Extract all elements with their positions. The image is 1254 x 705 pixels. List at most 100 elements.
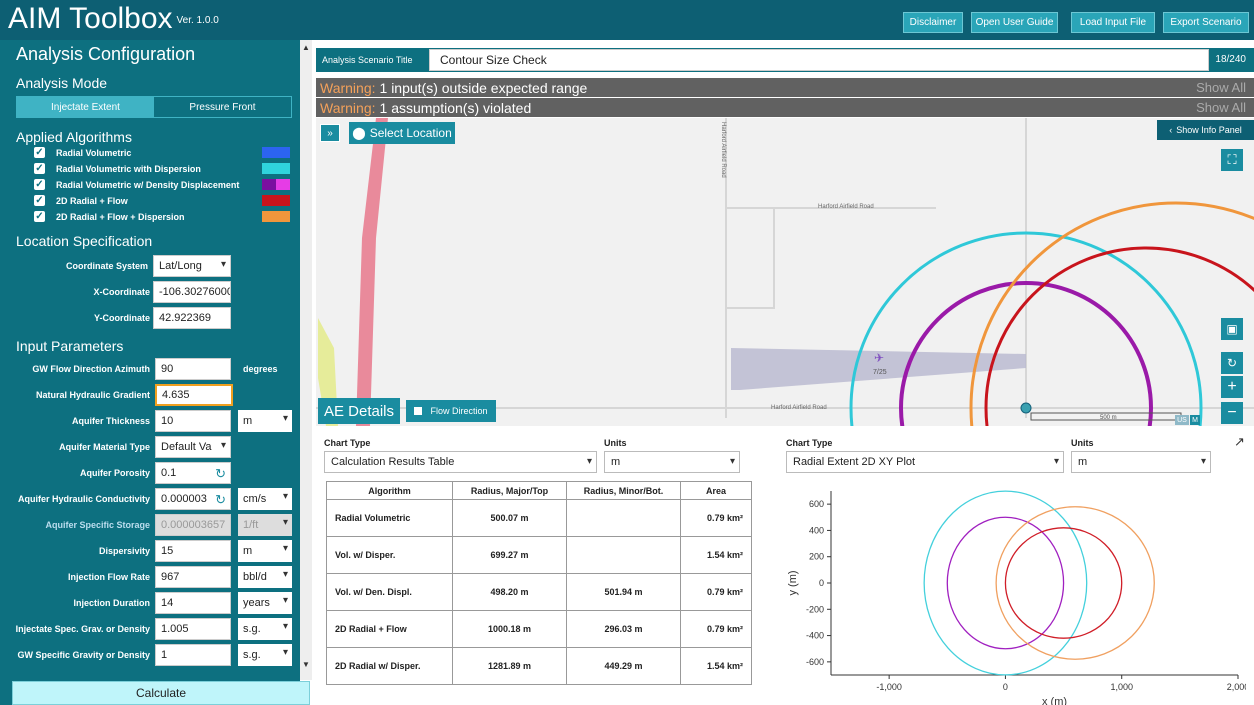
y-coordinate-label: Y-Coordinate <box>93 313 150 323</box>
x-coordinate-input[interactable]: -106.302760000000 <box>153 281 231 303</box>
chevron-down-icon: ▾ <box>282 413 288 424</box>
sidebar-scrollbar[interactable]: ▲ ▼ <box>300 40 312 680</box>
table-cell: 0.79 km² <box>680 573 752 611</box>
algo-label-radial-volumetric: Radial Volumetric <box>56 148 132 158</box>
expand-sidebar-button[interactable]: » <box>320 124 340 142</box>
load-input-file-button[interactable]: Load Input File <box>1071 12 1155 33</box>
location-pin-icon: ⬤ <box>352 126 366 140</box>
dispersivity-unit-select[interactable]: m ▾ <box>238 540 292 562</box>
injectate-gravity-label: Injectate Spec. Grav. or Density <box>15 624 150 634</box>
plot-chart-type-select[interactable]: Radial Extent 2D XY Plot ▾ <box>786 451 1064 473</box>
gw-gravity-label: GW Specific Gravity or Density <box>17 650 150 660</box>
color-swatch-2d-radial-flow[interactable] <box>262 195 290 206</box>
injectate-gravity-unit-select[interactable]: s.g. ▾ <box>238 618 292 640</box>
refresh-icon[interactable]: ↻ <box>215 492 226 508</box>
color-swatch-radial-volumetric-dispersion[interactable] <box>262 163 290 174</box>
refresh-icon[interactable]: ↻ <box>215 466 226 482</box>
road-label: Harford Airfield Road <box>818 204 874 210</box>
aquifer-thickness-unit-select[interactable]: m ▾ <box>238 410 292 432</box>
specific-storage-input[interactable]: 0.000003657 <box>155 514 231 536</box>
table-chart-type-select[interactable]: Calculation Results Table ▾ <box>324 451 597 473</box>
specific-storage-label: Aquifer Specific Storage <box>45 520 150 530</box>
chevron-down-icon: ▾ <box>282 621 288 632</box>
open-user-guide-button[interactable]: Open User Guide <box>971 12 1058 33</box>
checkbox-radial-volumetric[interactable]: ✓ <box>34 147 45 158</box>
gw-gravity-input[interactable]: 1 <box>155 644 231 666</box>
scroll-up-icon[interactable]: ▲ <box>302 43 310 52</box>
map-view[interactable]: Harford Airfield Road Harford Airfield R… <box>316 118 1254 426</box>
flow-direction-toggle[interactable]: Flow Direction <box>406 400 496 422</box>
injection-flow-rate-input[interactable]: 967 <box>155 566 231 588</box>
disclaimer-button[interactable]: Disclaimer <box>903 12 963 33</box>
zoom-out-button[interactable]: − <box>1221 402 1243 424</box>
reset-view-icon[interactable]: ↻ <box>1221 352 1243 374</box>
coord-system-select[interactable]: Lat/Long ▾ <box>153 255 231 277</box>
color-swatch-2d-radial-flow-dispersion[interactable] <box>262 211 290 222</box>
x-tick-label: 2,000 <box>1227 682 1246 692</box>
gw-gravity-unit-select[interactable]: s.g. ▾ <box>238 644 292 666</box>
table-cell: 0.79 km² <box>680 610 752 648</box>
table-chart-type-label: Chart Type <box>324 438 371 448</box>
checkbox-flow-direction[interactable] <box>414 407 423 415</box>
y-tick-label: 600 <box>809 499 824 509</box>
table-cell: 500.07 m <box>452 499 567 537</box>
warning-text: 1 input(s) outside expected range <box>379 79 588 96</box>
show-all-assumptions-link[interactable]: Show All <box>1196 100 1246 115</box>
specific-storage-unit-select[interactable]: 1/ft ▾ <box>238 514 292 536</box>
zoom-in-button[interactable]: + <box>1221 376 1243 398</box>
table-row: 2D Radial w/ Disper. 1281.89 m 449.29 m 1.5… <box>326 647 752 685</box>
hydraulic-conductivity-unit-select[interactable]: cm/s ▾ <box>238 488 292 510</box>
aquifer-thickness-input[interactable]: 10 <box>155 410 231 432</box>
plot-units-select[interactable]: m ▾ <box>1071 451 1211 473</box>
table-cell: 1281.89 m <box>452 647 567 685</box>
hydraulic-gradient-input[interactable]: 4.635 <box>155 384 233 406</box>
units-us-toggle[interactable]: US <box>1175 415 1189 425</box>
ae-details-button[interactable]: AE Details <box>318 398 400 424</box>
gw-flow-azimuth-input[interactable]: 90 <box>155 358 231 380</box>
scenario-title-input[interactable]: Contour Size Check <box>429 49 1209 71</box>
map-scale-label: 500 m <box>1100 415 1117 421</box>
gw-flow-azimuth-unit: degrees <box>243 364 278 374</box>
color-swatch-radial-volumetric-density[interactable] <box>262 179 290 190</box>
checkbox-2d-radial-flow-dispersion[interactable]: ✓ <box>34 211 45 222</box>
aquifer-porosity-input[interactable]: 0.1 ↻ <box>155 462 231 484</box>
y-tick-label: -400 <box>806 631 824 641</box>
hydraulic-conductivity-input[interactable]: 0.000003 ↻ <box>155 488 231 510</box>
table-row: 2D Radial + Flow 1000.18 m 296.03 m 0.79 km… <box>326 610 752 648</box>
table-cell: 296.03 m <box>566 610 681 648</box>
injectate-gravity-input[interactable]: 1.005 <box>155 618 231 640</box>
expand-chart-icon[interactable]: ↗ <box>1234 434 1245 450</box>
dispersivity-input[interactable]: 15 <box>155 540 231 562</box>
injection-duration-input[interactable]: 14 <box>155 592 231 614</box>
basemap-icon[interactable]: ▣ <box>1221 318 1243 340</box>
injection-duration-unit-select[interactable]: years ▾ <box>238 592 292 614</box>
aquifer-material-select[interactable]: Default Va ▾ <box>155 436 231 458</box>
export-scenario-button[interactable]: Export Scenario <box>1163 12 1249 33</box>
table-cell: 1000.18 m <box>452 610 567 648</box>
applied-algorithms-heading: Applied Algorithms <box>16 129 132 145</box>
table-cell: Vol. w/ Den. Displ. <box>326 573 453 611</box>
column-header: Algorithm <box>326 481 453 500</box>
table-units-select[interactable]: m ▾ <box>604 451 740 473</box>
y-coordinate-input[interactable]: 42.922369 <box>153 307 231 329</box>
checkbox-2d-radial-flow[interactable]: ✓ <box>34 195 45 206</box>
checkbox-radial-volumetric-density[interactable]: ✓ <box>34 179 45 190</box>
mode-injectate-extent[interactable]: Injectate Extent <box>17 97 154 117</box>
chevron-left-icon: ‹ <box>1169 125 1173 135</box>
fullscreen-exit-icon[interactable]: ⛶ <box>1221 149 1243 171</box>
plot-units-label: Units <box>1071 438 1094 448</box>
checkbox-radial-volumetric-dispersion[interactable]: ✓ <box>34 163 45 174</box>
scenario-title-label: Analysis Scenario Title <box>322 55 413 65</box>
select-location-button[interactable]: ⬤ Select Location <box>349 122 455 144</box>
scroll-down-icon[interactable]: ▼ <box>302 660 310 669</box>
x-tick-label: -1,000 <box>876 682 902 692</box>
injection-flow-rate-unit-select[interactable]: bbl/d ▾ <box>238 566 292 588</box>
show-info-panel-button[interactable]: ‹ Show Info Panel <box>1157 120 1254 140</box>
units-m-toggle[interactable]: M <box>1190 415 1200 425</box>
table-cell: 1.54 km² <box>680 536 752 574</box>
show-all-inputs-link[interactable]: Show All <box>1196 80 1246 95</box>
calculate-button[interactable]: Calculate <box>12 681 310 705</box>
mode-pressure-front[interactable]: Pressure Front <box>154 97 291 117</box>
table-units-label: Units <box>604 438 627 448</box>
color-swatch-radial-volumetric[interactable] <box>262 147 290 158</box>
